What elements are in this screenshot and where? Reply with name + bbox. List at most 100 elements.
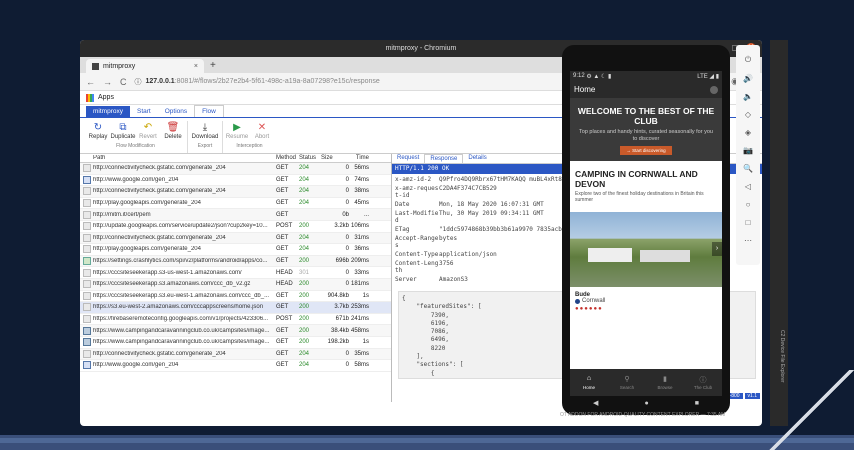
zoom-icon[interactable]: 🔍 <box>743 164 753 173</box>
flow-row[interactable]: http://connectivitycheck.gstatic.com/gen… <box>80 186 391 198</box>
menu-start[interactable]: Start <box>130 106 158 117</box>
volume-down-icon[interactable]: 🔈 <box>743 92 753 101</box>
flow-size: 38.4kb <box>330 327 349 334</box>
resume-button[interactable]: ▶ Resume <box>226 121 248 140</box>
browser-tab[interactable]: mitmproxy × <box>86 59 204 73</box>
flow-path: http://play.googleapis.com/generate_204 <box>93 200 201 207</box>
flow-path: http://update.googleapis.com/service/upd… <box>93 223 268 230</box>
flow-time: 38ms <box>354 188 369 195</box>
camera-icon[interactable]: 📷 <box>743 146 753 155</box>
hero-subtitle: Top places and handy hints, curated seas… <box>579 129 713 142</box>
col-status[interactable]: Status <box>299 155 321 161</box>
flow-size: 0 <box>345 200 349 207</box>
abort-button[interactable]: ✕ Abort <box>251 121 273 140</box>
recents-square-icon[interactable]: ■ <box>695 400 699 407</box>
delete-button[interactable]: 🗑 Delete <box>162 121 184 140</box>
apps-grid-icon[interactable] <box>86 93 94 102</box>
tab-details[interactable]: Details <box>463 154 491 163</box>
feature-card[interactable]: CAMPING IN CORNWALL AND DEVON Explore tw… <box>570 161 722 207</box>
flow-row[interactable]: https://www.campingandcaravanningclub.co… <box>80 325 391 337</box>
home-icon[interactable]: ○ <box>746 200 751 209</box>
new-tab-button[interactable]: + <box>210 59 216 73</box>
flow-row[interactable]: http://connectivitycheck.gstatic.com/gen… <box>80 163 391 175</box>
tab-request[interactable]: Request <box>392 154 424 163</box>
forward-icon[interactable]: → <box>103 77 112 87</box>
nav-the-club[interactable]: ⓘ The Club <box>684 369 722 396</box>
col-time[interactable]: Time <box>349 155 371 161</box>
nav-home-label: Home <box>582 385 595 390</box>
col-size[interactable]: Size <box>321 155 349 161</box>
file-type-icon <box>82 199 91 208</box>
flow-row[interactable]: http://play.googleapis.com/generate_204 G… <box>80 244 391 256</box>
phone-screen: 9:12 ⚙ ▲ ☾ ▮ LTE ◢ ▮ Home WELCOME TO THE… <box>570 71 722 396</box>
flow-status: 204 <box>299 234 310 241</box>
status-time: 9:12 <box>573 73 585 79</box>
col-method[interactable]: Method <box>274 155 299 161</box>
flow-size: 671b <box>335 316 349 323</box>
nav-search[interactable]: ⚲ Search <box>608 369 646 396</box>
back-triangle-icon[interactable]: ◀ <box>593 399 598 407</box>
volume-up-icon[interactable]: 🔊 <box>743 74 753 83</box>
header-key: Content-Type <box>395 251 439 258</box>
app-profile-icon[interactable] <box>710 85 718 94</box>
duplicate-button[interactable]: ⧉ Duplicate <box>111 121 136 140</box>
flow-row[interactable]: https://s3.eu-west-2.amazonaws.com/cccap… <box>80 302 391 314</box>
flow-row[interactable]: http://play.googleapis.com/generate_204 G… <box>80 198 391 210</box>
file-type-icon <box>82 326 91 335</box>
overview-icon[interactable]: □ <box>746 218 751 227</box>
back-icon[interactable]: ◁ <box>745 182 751 191</box>
flow-type-cell <box>80 164 93 173</box>
carousel-next-icon[interactable]: › <box>712 242 722 256</box>
file-type-icon <box>82 361 91 370</box>
flow-table: Path Method Status Size Time http://conn… <box>80 154 392 402</box>
power-icon[interactable]: ⏻ <box>745 55 751 65</box>
flow-row[interactable]: http://connectivitycheck.gstatic.com/gen… <box>80 348 391 361</box>
nav-home[interactable]: ⌂ Home <box>570 369 608 396</box>
campsite-image[interactable]: › <box>570 212 722 287</box>
rotate-left-icon[interactable]: ◇ <box>745 110 751 119</box>
flow-row[interactable]: https://cccsiteseekerapp.s3.amazonaws.co… <box>80 278 391 291</box>
flow-type-cell <box>80 291 93 300</box>
tab-response[interactable]: Response <box>424 154 464 163</box>
col-path[interactable]: Path <box>93 155 274 161</box>
flow-row[interactable]: http://www.google.com/gen_204 GET 204 0 58ms <box>80 360 391 372</box>
flow-time: 253ms <box>350 304 369 311</box>
flow-row[interactable]: http://connectivitycheck.gstatic.com/gen… <box>80 232 391 245</box>
rotate-right-icon[interactable]: ◈ <box>745 128 751 137</box>
android-system-nav: ◀ ● ■ <box>570 396 722 410</box>
tab-close-icon[interactable]: × <box>194 63 198 70</box>
flow-size: 0 <box>345 165 349 172</box>
more-icon[interactable]: ⋯ <box>744 236 752 245</box>
flow-time: 1s <box>362 292 369 299</box>
rating-dots: ●●●●●● <box>575 306 603 312</box>
flow-row[interactable]: https://firebaseremoteconfig.googleapis.… <box>80 314 391 326</box>
flow-row[interactable]: http://www.google.com/gen_204 GET 204 0 74ms <box>80 175 391 187</box>
flow-type-cell <box>80 349 93 358</box>
flow-row[interactable]: https://cccsiteseekerapp.s3.eu-west-1.am… <box>80 291 391 303</box>
flow-method: GET <box>276 339 289 346</box>
bookmark-apps[interactable]: Apps <box>98 94 114 101</box>
menu-options[interactable]: Options <box>158 106 194 117</box>
back-icon[interactable]: ← <box>86 77 95 87</box>
location-region: Cornwall <box>582 298 606 304</box>
device-file-explorer-label[interactable]: C2 Device File Explorer <box>773 330 785 410</box>
flow-row[interactable]: https://www.campingandcaravanningclub.co… <box>80 337 391 349</box>
download-button[interactable]: ⤓ Download <box>191 121 219 140</box>
flow-row[interactable]: http://update.googleapis.com/service/upd… <box>80 221 391 233</box>
start-discovering-button[interactable]: → Start discovering <box>620 146 672 155</box>
status-right-icons: LTE ◢ ▮ <box>697 73 719 80</box>
menu-flow[interactable]: Flow <box>194 105 224 117</box>
flow-size: 0 <box>345 281 349 288</box>
file-type-icon <box>82 303 91 312</box>
header-key: ETag <box>395 226 410 233</box>
home-circle-icon[interactable]: ● <box>644 400 648 407</box>
nav-browse[interactable]: ▮ Browse <box>646 369 684 396</box>
card-title: CAMPING IN CORNWALL AND DEVON <box>575 169 698 189</box>
revert-button[interactable]: ↶ Revert <box>137 121 159 140</box>
flow-row[interactable]: https://cccsiteseekerapp.s3-us-west-1.am… <box>80 267 391 279</box>
flow-row[interactable]: http://mitm.it/cert/pem GET 0b... <box>80 209 391 221</box>
replay-button[interactable]: ↻ Replay <box>87 121 109 140</box>
reload-icon[interactable]: C <box>120 77 127 87</box>
phone-status-bar: 9:12 ⚙ ▲ ☾ ▮ LTE ◢ ▮ <box>570 71 722 81</box>
flow-row[interactable]: https://settings.crashlytics.com/spi/v2/… <box>80 255 391 268</box>
